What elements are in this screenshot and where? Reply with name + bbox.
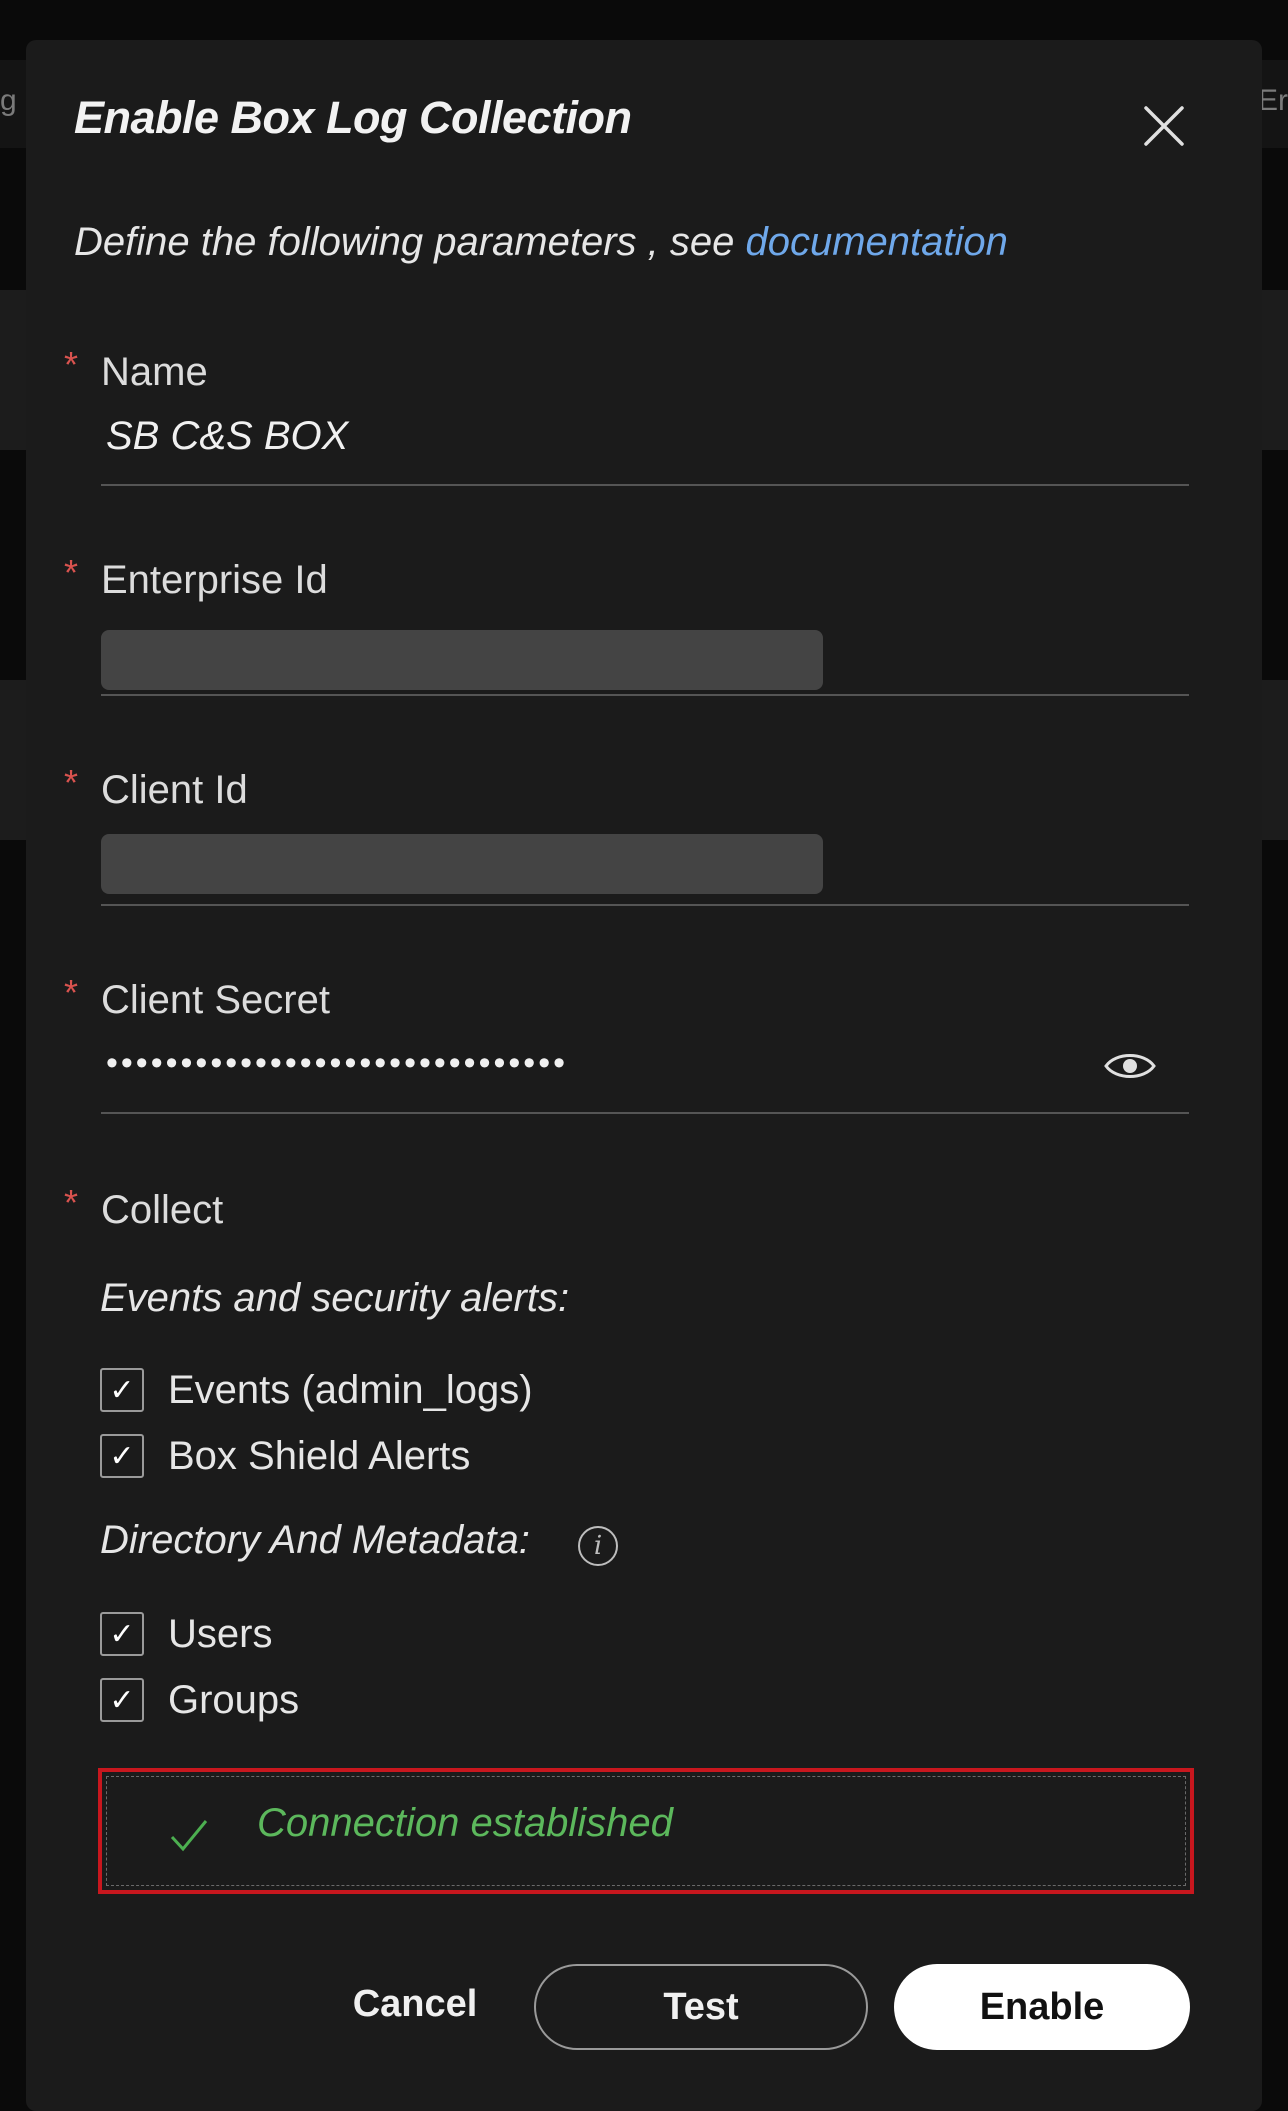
background-text: g: [0, 84, 17, 117]
collect-field: * Collect: [64, 1182, 1189, 1238]
enterprise-id-field: * Enterprise Id: [64, 552, 1189, 698]
collect-label: Collect: [101, 1188, 224, 1232]
dialog-title: Enable Box Log Collection: [74, 92, 632, 143]
enterprise-id-underline: [101, 694, 1189, 696]
users-option[interactable]: ✓ Users: [100, 1610, 272, 1658]
name-input[interactable]: SB C&S BOX: [106, 414, 348, 459]
client-id-underline: [101, 904, 1189, 906]
required-indicator: *: [64, 972, 79, 1013]
name-field: * Name SB C&S BOX: [64, 344, 1189, 490]
client-id-field: * Client Id: [64, 762, 1189, 908]
background-text: Er: [1258, 84, 1288, 117]
enterprise-id-label: Enterprise Id: [101, 558, 328, 602]
box-shield-alerts-label: Box Shield Alerts: [168, 1433, 471, 1478]
connection-status-message: Connection established: [257, 1801, 673, 1845]
client-secret-label: Client Secret: [101, 978, 330, 1022]
events-section-label: Events and security alerts:: [100, 1276, 570, 1320]
groups-option[interactable]: ✓ Groups: [100, 1676, 299, 1724]
client-id-input-redacted[interactable]: [101, 834, 823, 894]
client-id-label: Client Id: [101, 768, 248, 812]
name-underline: [101, 484, 1189, 486]
groups-label: Groups: [168, 1677, 300, 1722]
client-secret-input[interactable]: •••••••••••••••••••••••••••••••: [106, 1044, 568, 1083]
directory-section-label: Directory And Metadata:: [100, 1518, 530, 1562]
events-admin-logs-label: Events (admin_logs): [168, 1367, 533, 1412]
connection-status-panel: Connection established: [106, 1776, 1186, 1886]
groups-checkbox[interactable]: ✓: [100, 1678, 144, 1722]
enterprise-id-input-redacted[interactable]: [101, 630, 823, 690]
close-icon[interactable]: [1140, 102, 1188, 150]
connection-status-highlight: Connection established: [98, 1768, 1194, 1894]
box-shield-alerts-option[interactable]: ✓ Box Shield Alerts: [100, 1432, 470, 1480]
users-label: Users: [168, 1611, 273, 1656]
subtitle-text: Define the following parameters , see: [74, 220, 746, 264]
name-label: Name: [101, 350, 208, 394]
required-indicator: *: [64, 552, 79, 593]
cancel-button[interactable]: Cancel: [330, 1966, 500, 2042]
documentation-link[interactable]: documentation: [745, 220, 1007, 264]
required-indicator: *: [64, 344, 79, 385]
users-checkbox[interactable]: ✓: [100, 1612, 144, 1656]
required-indicator: *: [64, 1182, 79, 1223]
check-icon: [170, 1820, 208, 1852]
events-admin-logs-checkbox[interactable]: ✓: [100, 1368, 144, 1412]
client-secret-underline: [101, 1112, 1189, 1114]
required-indicator: *: [64, 762, 79, 803]
enable-button[interactable]: Enable: [894, 1964, 1190, 2050]
client-secret-field: * Client Secret ••••••••••••••••••••••••…: [64, 972, 1189, 1118]
dialog-subtitle: Define the following parameters , see do…: [74, 220, 1008, 265]
eye-icon[interactable]: [1104, 1048, 1156, 1084]
events-admin-logs-option[interactable]: ✓ Events (admin_logs): [100, 1366, 533, 1414]
box-shield-alerts-checkbox[interactable]: ✓: [100, 1434, 144, 1478]
info-icon[interactable]: i: [578, 1526, 618, 1566]
test-button[interactable]: Test: [534, 1964, 868, 2050]
